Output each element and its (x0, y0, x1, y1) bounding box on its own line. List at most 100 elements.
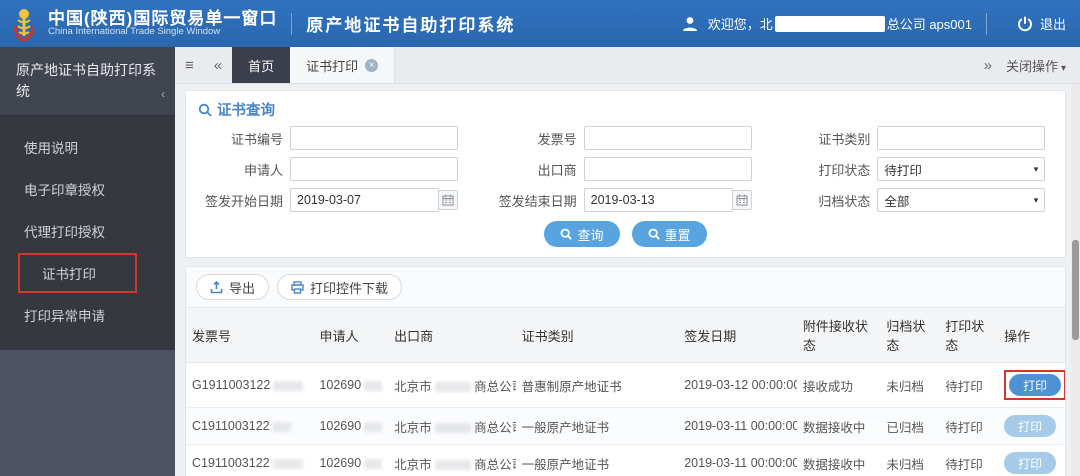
table-row: C1911003122 102690 北京市 商总公司 一般原产地证书 2019… (186, 444, 1065, 476)
col-issue-date: 签发日期 (678, 307, 797, 363)
export-button[interactable]: 导出 (196, 274, 270, 300)
exporter-label: 出口商 (537, 162, 577, 178)
print-status-label: 打印状态 (818, 162, 871, 178)
query-button[interactable]: 查询 (544, 221, 620, 247)
tab-close-icon[interactable]: × (365, 58, 379, 72)
app-window: 中国(陕西)国际贸易单一窗口 China International Trade… (0, 0, 1080, 476)
app-title: 原产地证书自助打印系统 (306, 16, 516, 35)
applicant-input[interactable] (290, 157, 458, 181)
col-applicant: 申请人 (313, 307, 389, 363)
welcome-text-suffix: 总公司 aps001 (886, 17, 972, 32)
end-date-input[interactable]: 2019-03-13 (583, 188, 733, 212)
menu-toggle-icon[interactable]: ≡ (175, 47, 204, 83)
cert-query-panel: 证书查询 证书编号 发票号 证书类别 申请人 出口商 打印状态 待打印 ▾ 签发… (185, 90, 1066, 258)
redacted-text (364, 380, 383, 391)
redacted-text (272, 421, 291, 432)
tabs-scroll-left-icon[interactable]: « (204, 47, 232, 83)
result-list-panel: 导出 打印控件下载 发票号 申请人 出口商 证书类别 签发日期 附件接收状态 归… (185, 266, 1066, 476)
exporter-input[interactable] (583, 157, 752, 181)
calendar-icon[interactable] (731, 190, 752, 210)
cert-type-input[interactable] (877, 126, 1046, 150)
redacted-text (272, 458, 303, 469)
redacted-text (364, 458, 383, 469)
sidebar-menu: 使用说明 电子印章授权 代理打印授权 证书打印 打印异常申请 (0, 116, 175, 350)
print-status-select[interactable]: 待打印 ▾ (877, 157, 1046, 181)
welcome-text-prefix: 欢迎您，北 (707, 17, 773, 32)
chevron-down-icon: ▾ (1060, 62, 1066, 74)
scrollbar-thumb[interactable] (1072, 240, 1079, 340)
header-divider (291, 12, 293, 35)
content-area: 证书查询 证书编号 发票号 证书类别 申请人 出口商 打印状态 待打印 ▾ 签发… (175, 84, 1080, 476)
brand-name-cn: 中国(陕西)国际贸易单一窗口 (48, 8, 278, 28)
archive-status-select[interactable]: 全部 ▾ (877, 188, 1046, 212)
top-header: 中国(陕西)国际贸易单一窗口 China International Trade… (0, 0, 1080, 47)
col-exporter: 出口商 (388, 307, 516, 363)
search-actions: 查询 重置 (198, 221, 1053, 247)
start-date-input[interactable]: 2019-03-07 (290, 188, 439, 212)
select-arrow-icon: ▾ (1033, 164, 1039, 174)
end-date-label: 签发结束日期 (498, 193, 577, 209)
sidebar-item-eseal-auth[interactable]: 电子印章授权 (0, 168, 175, 210)
col-invoice: 发票号 (186, 307, 314, 363)
brand-name-en: China International Trade Single Window (48, 26, 221, 38)
tabs-scroll-right-icon[interactable]: » (974, 57, 1002, 74)
redacted-company-name (774, 15, 885, 32)
logout-button[interactable]: 退出 (1017, 14, 1066, 33)
sidebar-title[interactable]: 原产地证书自助打印系统 ‹ (0, 47, 175, 116)
panel-title: 证书查询 (198, 99, 1053, 120)
sidebar-item-cert-print[interactable]: 证书打印 (18, 253, 137, 293)
header-divider-2 (985, 12, 987, 35)
sidebar-item-usage-guide[interactable]: 使用说明 (0, 126, 175, 168)
sidebar: 原产地证书自助打印系统 ‹ 使用说明 电子印章授权 代理打印授权 证书打印 打印… (0, 47, 175, 476)
logout-label: 退出 (1039, 17, 1066, 32)
applicant-label: 申请人 (243, 162, 283, 178)
header-user-area: 欢迎您，北 总公司 aps001 退出 (681, 12, 1066, 35)
tab-home[interactable]: 首页 (232, 47, 291, 83)
sidebar-item-print-exception[interactable]: 打印异常申请 (0, 294, 175, 336)
col-cert-type: 证书类别 (515, 307, 679, 363)
tab-bar: ≡ « 首页 证书打印 × » 关闭操作 ▾ (175, 47, 1080, 84)
table-row: G1911003122 102690 北京市 商总公司 普惠制原产地证书 201… (186, 362, 1065, 408)
print-button[interactable]: 打印 (1004, 452, 1057, 474)
archive-status-label: 归档状态 (818, 193, 871, 209)
print-button[interactable]: 打印 (1004, 415, 1057, 437)
vertical-scrollbar[interactable] (1071, 84, 1080, 476)
calendar-icon[interactable] (438, 190, 458, 210)
list-toolbar: 导出 打印控件下载 (186, 267, 1065, 307)
tab-cert-print[interactable]: 证书打印 × (290, 47, 396, 83)
results-table: 发票号 申请人 出口商 证书类别 签发日期 附件接收状态 归档状态 打印状态 操… (186, 307, 1065, 476)
printer-icon (291, 280, 304, 294)
col-attach-status: 附件接收状态 (796, 307, 881, 363)
close-operations-dropdown[interactable]: 关闭操作 ▾ (1002, 56, 1080, 75)
cert-type-label: 证书类别 (818, 131, 871, 147)
brand-emblem-icon (14, 8, 34, 42)
redacted-text (434, 423, 471, 434)
table-row: C1911003122 102690 北京市 商总公司 一般原产地证书 2019… (186, 407, 1065, 445)
invoice-no-input[interactable] (583, 126, 752, 150)
start-date-label: 签发开始日期 (204, 193, 283, 209)
col-archive-status: 归档状态 (880, 307, 940, 363)
redacted-text (434, 460, 471, 471)
reset-button[interactable]: 重置 (631, 221, 707, 247)
redacted-text (273, 380, 304, 391)
redacted-text (434, 382, 471, 393)
col-print-status: 打印状态 (939, 307, 999, 363)
table-header-row: 发票号 申请人 出口商 证书类别 签发日期 附件接收状态 归档状态 打印状态 操… (186, 307, 1065, 363)
brand-block: 中国(陕西)国际贸易单一窗口 China International Trade… (48, 8, 278, 38)
search-icon (648, 228, 660, 240)
redacted-text (364, 421, 383, 432)
power-icon (1018, 16, 1032, 31)
print-control-download-button[interactable]: 打印控件下载 (277, 274, 403, 300)
sidebar-filler (0, 350, 175, 476)
export-icon (210, 280, 223, 293)
sidebar-item-agent-print-auth[interactable]: 代理打印授权 (0, 210, 175, 252)
cert-no-input[interactable] (290, 126, 458, 150)
search-icon (561, 228, 573, 240)
search-icon (198, 103, 212, 117)
print-button[interactable]: 打印 (1009, 374, 1062, 396)
user-icon (682, 16, 697, 31)
cert-no-label: 证书编号 (230, 131, 283, 147)
search-form: 证书编号 发票号 证书类别 申请人 出口商 打印状态 待打印 ▾ 签发开始日期 … (198, 126, 1053, 212)
select-arrow-icon: ▾ (1033, 195, 1039, 205)
sidebar-collapse-icon[interactable]: ‹ (161, 85, 165, 103)
